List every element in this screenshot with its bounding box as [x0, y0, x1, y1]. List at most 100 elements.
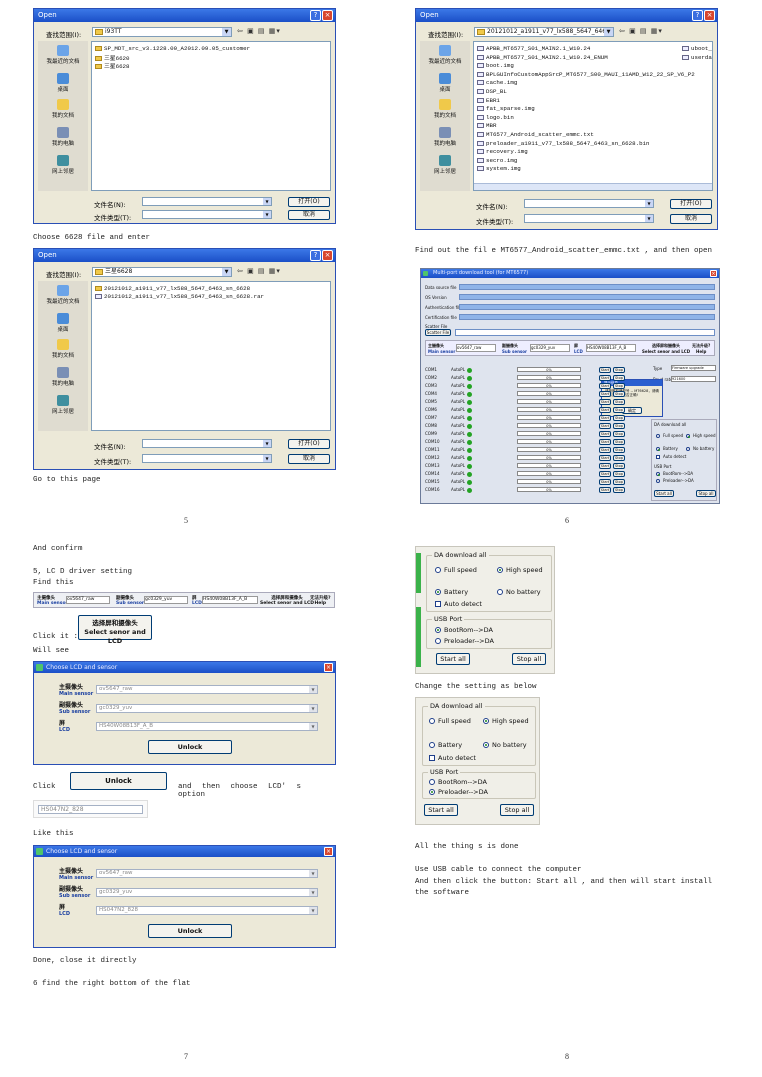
help-button[interactable]: ? [310, 10, 321, 21]
list-item[interactable]: uboot_a [682, 45, 712, 52]
table-row[interactable]: COM11 AutoPL [425, 447, 472, 453]
sub-sensor-select[interactable]: gc0329_yuv [144, 596, 188, 604]
stop-button[interactable]: Stop [613, 367, 625, 373]
close-button[interactable]: × [322, 250, 333, 261]
no-battery-radio[interactable]: No battery [497, 588, 541, 596]
table-row[interactable]: COM12 AutoPL [425, 455, 472, 461]
scatter-field[interactable] [455, 329, 715, 336]
close-button[interactable]: × [322, 10, 333, 21]
stop-button[interactable]: Stop [613, 455, 625, 461]
start-button[interactable]: Start [599, 407, 611, 413]
preloader-radio[interactable]: Preloader-->DA [435, 637, 494, 645]
select-senor-lcd-button[interactable]: 选择屏和摄像头 Select senor and LCD [642, 343, 690, 354]
list-item[interactable]: secro.img [477, 157, 517, 164]
high-speed-radio[interactable]: High speed [483, 717, 529, 725]
list-item[interactable]: 三星6628 [95, 61, 130, 70]
list-item[interactable]: boot.img [477, 62, 514, 69]
open-button[interactable]: 打开(O) [288, 439, 330, 449]
start-all-button[interactable]: Start all [424, 804, 458, 816]
start-button[interactable]: Start [599, 487, 611, 493]
horizontal-scrollbar[interactable] [474, 183, 712, 190]
popup-ok-button[interactable]: 确定 [622, 407, 642, 414]
stop-button[interactable]: Stop [613, 479, 625, 485]
os-version-field[interactable] [459, 294, 715, 300]
help-button[interactable]: ? [310, 250, 321, 261]
filename-field[interactable]: ▼ [524, 199, 654, 208]
start-button[interactable]: Start [599, 447, 611, 453]
sub-sensor-select[interactable]: gc0329_yuv ▼ [96, 888, 318, 897]
lcd-option-select[interactable]: HS047N2_828 [38, 805, 143, 814]
high-speed-radio[interactable]: High speed [497, 566, 543, 574]
start-button[interactable]: Start [599, 367, 611, 373]
place-desktop[interactable]: 桌面 [38, 73, 88, 93]
list-item[interactable]: preloader_a1911_v77_lx588_5647_6463_sn_6… [477, 140, 650, 147]
list-item[interactable]: APBB_MT6577_S01_MAIN2.1_W10.24_ENUM [477, 54, 608, 61]
lookin-combo[interactable]: 三星6628 ▼ [92, 267, 232, 277]
list-item[interactable]: APBB_MT6577_S01_MAIN2.1_W10.24 [477, 45, 590, 52]
start-button[interactable]: Start [599, 439, 611, 445]
table-row[interactable]: COM3 AutoPL [425, 383, 472, 389]
table-row[interactable]: COM14 AutoPL [425, 471, 472, 477]
main-sensor-select[interactable]: ov5647_raw [66, 596, 110, 604]
no-battery-radio[interactable]: No battery [483, 741, 527, 749]
stop-all-button[interactable]: Stop all [696, 490, 716, 497]
file-list[interactable]: 20121012_a1911_v77_lx588_5647_6463_sn_66… [91, 281, 331, 431]
stop-button[interactable]: Stop [613, 399, 625, 405]
table-row[interactable]: COM16 AutoPL [425, 487, 472, 493]
place-network[interactable]: 网上邻居 [38, 155, 88, 175]
close-icon[interactable]: × [324, 847, 333, 856]
stop-button[interactable]: Stop [613, 391, 625, 397]
unlock-button[interactable]: Unlock [148, 740, 232, 754]
list-item[interactable]: 20121012_a1911_v77_lx588_5647_6463_sn_66… [95, 285, 250, 292]
list-item[interactable]: logo.bin [477, 114, 514, 121]
file-list[interactable]: SP_MDT_src_v3.1228.00_A2012.09.05_custom… [91, 41, 331, 191]
stop-button[interactable]: Stop [613, 423, 625, 429]
stop-button[interactable]: Stop [613, 487, 625, 493]
list-item[interactable]: BPLGUInfoCustomAppSrcP_MT6577_S00_MAUI_1… [477, 71, 695, 78]
start-button[interactable]: Start [599, 423, 611, 429]
lcd-select[interactable]: HS40W08B13F_A_B [202, 596, 258, 604]
stop-button[interactable]: Stop [613, 471, 625, 477]
battery-radio[interactable]: Battery [429, 741, 462, 749]
start-button[interactable]: Start [599, 431, 611, 437]
select-senor-lcd-button[interactable]: 选择屏和摄像头 Select senor and LCD [260, 595, 314, 606]
help-button[interactable]: ? [692, 10, 703, 21]
filetype-select[interactable]: ▼ [142, 454, 272, 463]
filetype-select[interactable]: ▼ [142, 210, 272, 219]
scatter-file-button[interactable]: Scatter File [425, 329, 451, 336]
toolbar-icons[interactable]: ⇦ ▣ ▤ ▦▾ [237, 27, 281, 35]
auto-detect-checkbox[interactable]: Auto detect [435, 600, 482, 608]
auth-file-field[interactable] [459, 304, 715, 310]
table-row[interactable]: COM1 AutoPL [425, 367, 472, 373]
list-item[interactable]: userdat [682, 54, 712, 61]
place-mydocs[interactable]: 我的文档 [420, 99, 470, 119]
start-button[interactable]: Start [599, 479, 611, 485]
table-row[interactable]: COM6 AutoPL [425, 407, 472, 413]
place-network[interactable]: 网上邻居 [420, 155, 470, 175]
open-button[interactable]: 打开(O) [288, 197, 330, 207]
type-select[interactable]: Firmware upgrade [671, 365, 716, 371]
bootrom-radio[interactable]: BootRom-->DA [435, 626, 493, 634]
stop-all-button[interactable]: Stop all [500, 804, 534, 816]
table-row[interactable]: COM8 AutoPL [425, 423, 472, 429]
file-list[interactable]: uboot_a userdat APBB_MT6577_S01_MAIN2.1_… [473, 41, 713, 191]
bootrom-radio[interactable]: BootRom-->DA [429, 778, 487, 786]
start-button[interactable]: Start [599, 391, 611, 397]
main-sensor-select[interactable]: ov5647_raw ▼ [96, 685, 318, 694]
start-button[interactable]: Start [599, 463, 611, 469]
main-sensor-select[interactable]: ov5647_raw [456, 344, 496, 352]
sub-sensor-select[interactable]: gc0329_yuv [530, 344, 570, 352]
place-recent[interactable]: 我最近的文档 [420, 45, 470, 65]
lcd-select[interactable]: HS047N2_828 ▼ [96, 906, 318, 915]
list-item[interactable]: fat_sparse.img [477, 105, 535, 112]
table-row[interactable]: COM7 AutoPL [425, 415, 472, 421]
close-icon[interactable]: × [324, 663, 333, 672]
list-item[interactable]: SP_MDT_src_v3.1228.00_A2012.09.05_custom… [95, 45, 250, 52]
table-row[interactable]: COM13 AutoPL [425, 463, 472, 469]
toolbar-icons[interactable]: ⇦ ▣ ▤ ▦▾ [619, 27, 663, 35]
lcd-select[interactable]: HS40W08B13F_A_B ▼ [96, 722, 318, 731]
stop-button[interactable]: Stop [613, 431, 625, 437]
baud-select[interactable]: 921600 [671, 376, 716, 382]
table-row[interactable]: COM15 AutoPL [425, 479, 472, 485]
stop-button[interactable]: Stop [613, 375, 625, 381]
